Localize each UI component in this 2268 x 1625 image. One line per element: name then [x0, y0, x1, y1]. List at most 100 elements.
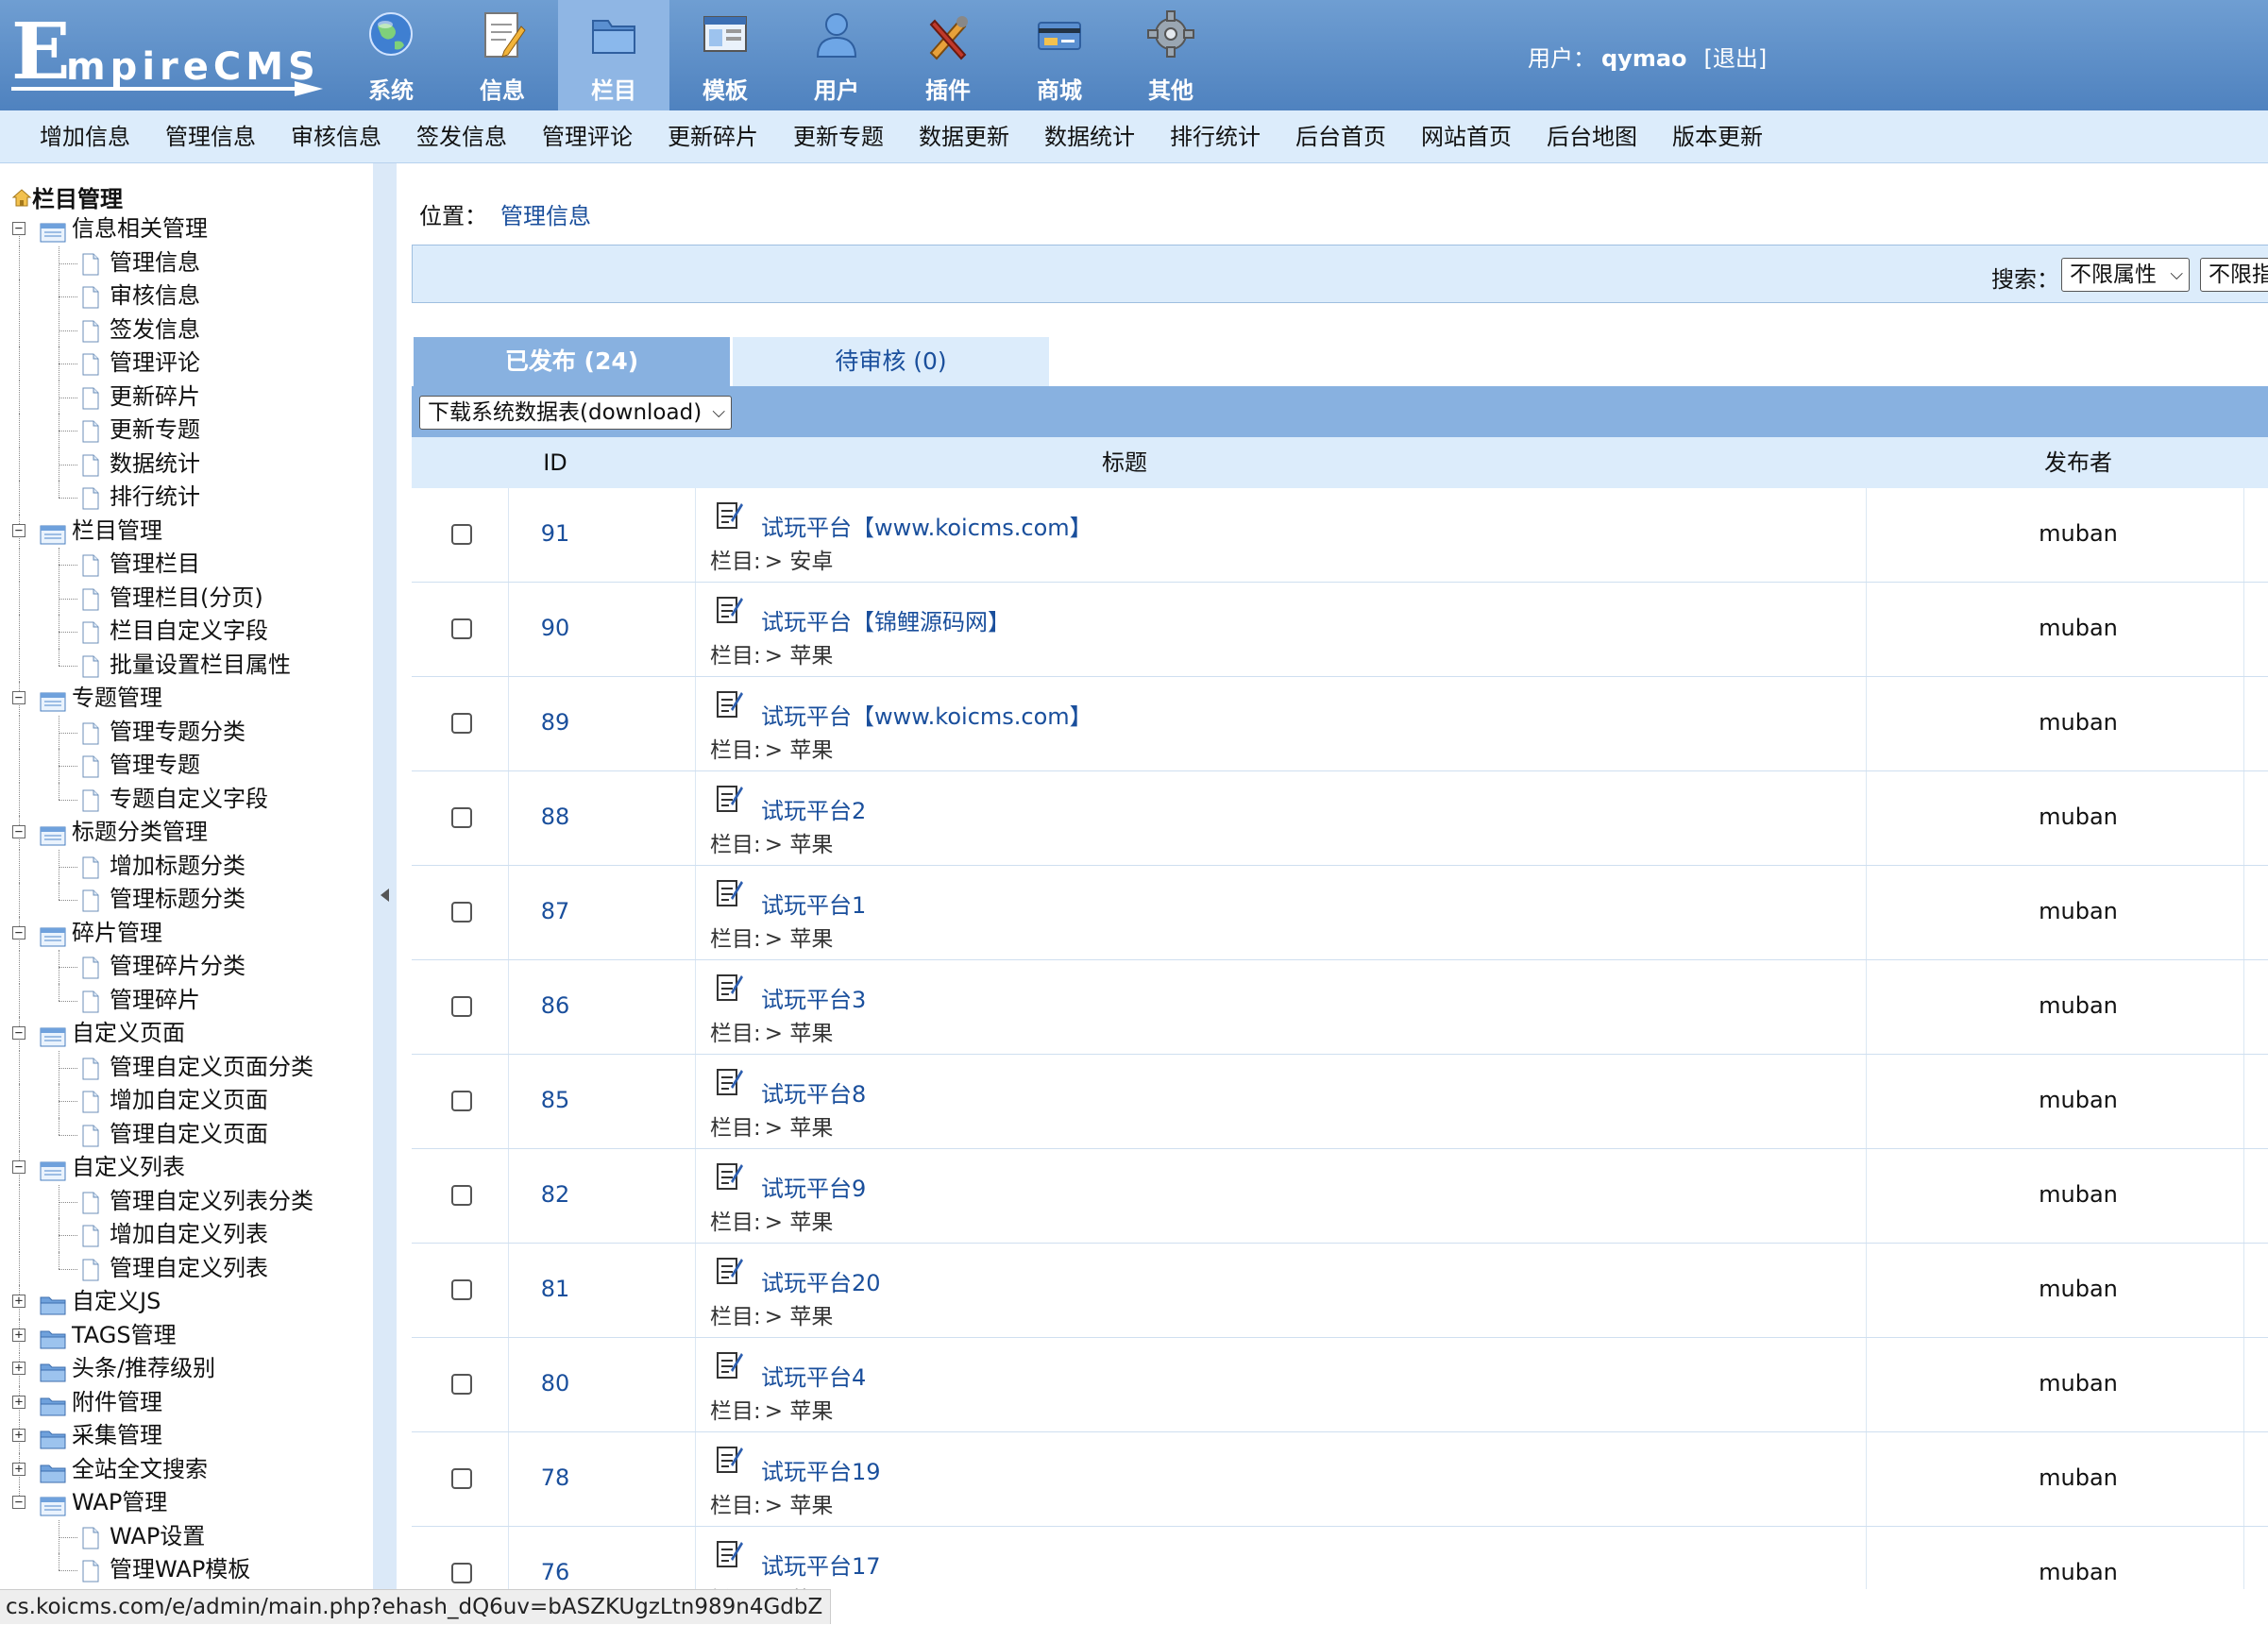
category-name[interactable]: > 安卓: [765, 550, 834, 574]
edit-document-icon[interactable]: [716, 972, 744, 1002]
edit-document-icon[interactable]: [716, 499, 744, 530]
subnav-item-12[interactable]: 后台地图: [1547, 110, 1637, 162]
row-title-link[interactable]: 试玩平台20: [761, 1264, 881, 1297]
collapse-icon[interactable]: −: [12, 691, 25, 704]
collapse-icon[interactable]: −: [12, 222, 25, 235]
collapse-icon[interactable]: −: [12, 1496, 25, 1509]
row-checkbox[interactable]: [451, 1563, 472, 1583]
tree-group[interactable]: − WAP管理: [0, 1486, 373, 1520]
column-publisher[interactable]: 发布者: [1998, 437, 2158, 488]
tree-leaf[interactable]: 管理自定义页面: [0, 1117, 373, 1151]
tree-leaf[interactable]: 管理标题分类: [0, 883, 373, 917]
tree-leaf[interactable]: 专题自定义字段: [0, 782, 373, 816]
expand-icon[interactable]: +: [12, 1362, 25, 1375]
nav-item-7[interactable]: 其他: [1115, 0, 1227, 110]
nav-item-0[interactable]: 系统: [335, 0, 447, 110]
subnav-item-13[interactable]: 版本更新: [1672, 110, 1763, 162]
collapse-icon[interactable]: −: [12, 1160, 25, 1174]
tree-leaf[interactable]: 增加自定义列表: [0, 1218, 373, 1252]
tree-group[interactable]: + 采集管理: [0, 1419, 373, 1453]
row-title-link[interactable]: 试玩平台3: [761, 981, 866, 1014]
expand-icon[interactable]: +: [12, 1328, 25, 1342]
category-name[interactable]: > 苹果: [765, 927, 834, 952]
expand-icon[interactable]: +: [12, 1429, 25, 1442]
row-checkbox[interactable]: [451, 713, 472, 734]
location-link[interactable]: 管理信息: [500, 203, 591, 229]
category-name[interactable]: > 苹果: [765, 1022, 834, 1046]
edit-document-icon[interactable]: [716, 1255, 744, 1285]
subnav-item-4[interactable]: 管理评论: [542, 110, 633, 162]
row-checkbox[interactable]: [451, 996, 472, 1017]
data-table-select[interactable]: 下载系统数据表(download) ⌵: [419, 396, 732, 430]
edit-document-icon[interactable]: [716, 1160, 744, 1191]
tree-leaf[interactable]: 管理信息: [0, 245, 373, 279]
tree-leaf[interactable]: 管理专题分类: [0, 715, 373, 749]
second-select[interactable]: 不限指: [2200, 258, 2268, 292]
row-title-link[interactable]: 试玩平台【www.koicms.com】: [761, 509, 1092, 542]
row-checkbox[interactable]: [451, 902, 472, 923]
tree-root[interactable]: 栏目管理: [11, 180, 123, 213]
category-name[interactable]: > 苹果: [765, 1210, 834, 1235]
row-checkbox[interactable]: [451, 1374, 472, 1395]
attribute-select[interactable]: 不限属性 ⌵: [2061, 258, 2190, 292]
edit-document-icon[interactable]: [716, 1444, 744, 1474]
expand-icon[interactable]: +: [12, 1462, 25, 1476]
tree-leaf[interactable]: 批量设置栏目属性: [0, 648, 373, 682]
tree-group[interactable]: − 自定义列表: [0, 1151, 373, 1185]
subnav-item-5[interactable]: 更新碎片: [668, 110, 758, 162]
tree-leaf[interactable]: 数据统计: [0, 447, 373, 481]
subnav-item-10[interactable]: 后台首页: [1295, 110, 1386, 162]
subnav-item-0[interactable]: 增加信息: [40, 110, 130, 162]
tree-leaf[interactable]: 审核信息: [0, 279, 373, 313]
tree-group[interactable]: − 栏目管理: [0, 514, 373, 549]
tree-leaf[interactable]: 管理评论: [0, 347, 373, 381]
logout-link[interactable]: [退出]: [1704, 45, 1768, 72]
expand-icon[interactable]: +: [12, 1395, 25, 1409]
edit-document-icon[interactable]: [716, 594, 744, 624]
sidebar-splitter[interactable]: [373, 163, 397, 1589]
edit-document-icon[interactable]: [716, 688, 744, 719]
expand-icon[interactable]: +: [12, 1295, 25, 1308]
tree-group[interactable]: + 全站全文搜索: [0, 1452, 373, 1487]
collapse-icon[interactable]: −: [12, 1026, 25, 1040]
row-title-link[interactable]: 试玩平台【锦鲤源码网】: [761, 603, 1010, 636]
category-name[interactable]: > 苹果: [765, 1116, 834, 1141]
tree-leaf[interactable]: WAP设置: [0, 1519, 373, 1553]
tree-group[interactable]: + 自定义JS: [0, 1285, 373, 1319]
category-name[interactable]: > 苹果: [765, 1399, 834, 1424]
row-title-link[interactable]: 试玩平台19: [761, 1453, 881, 1486]
nav-item-5[interactable]: 插件: [892, 0, 1004, 110]
tab-pending[interactable]: 待审核 (0): [733, 337, 1049, 386]
tree-leaf[interactable]: 更新碎片: [0, 380, 373, 414]
subnav-item-8[interactable]: 数据统计: [1044, 110, 1135, 162]
subnav-item-9[interactable]: 排行统计: [1170, 110, 1261, 162]
tree-group[interactable]: + 头条/推荐级别: [0, 1352, 373, 1386]
row-title-link[interactable]: 试玩平台4: [761, 1359, 866, 1392]
row-title-link[interactable]: 试玩平台【www.koicms.com】: [761, 698, 1092, 731]
row-checkbox[interactable]: [451, 1279, 472, 1300]
subnav-item-6[interactable]: 更新专题: [793, 110, 884, 162]
tree-leaf[interactable]: 管理自定义页面分类: [0, 1050, 373, 1084]
collapse-arrow-icon[interactable]: [381, 889, 389, 902]
tab-published[interactable]: 已发布 (24): [414, 337, 730, 386]
row-title-link[interactable]: 试玩平台9: [761, 1170, 866, 1203]
row-checkbox[interactable]: [451, 1091, 472, 1111]
empirecms-logo[interactable]: E mpireCMS: [11, 13, 323, 98]
tree-leaf[interactable]: 管理专题: [0, 749, 373, 783]
tree-leaf[interactable]: 管理栏目(分页): [0, 581, 373, 615]
edit-document-icon[interactable]: [716, 877, 744, 907]
row-checkbox[interactable]: [451, 1468, 472, 1489]
row-title-link[interactable]: 试玩平台17: [761, 1548, 881, 1581]
tree-group[interactable]: − 标题分类管理: [0, 816, 373, 850]
tree-leaf[interactable]: 更新专题: [0, 414, 373, 448]
tree-group[interactable]: − 专题管理: [0, 682, 373, 716]
tree-leaf[interactable]: 管理碎片: [0, 983, 373, 1017]
tree-group[interactable]: + 附件管理: [0, 1385, 373, 1420]
row-checkbox[interactable]: [451, 807, 472, 828]
row-checkbox[interactable]: [451, 618, 472, 639]
tree-leaf[interactable]: 增加自定义页面: [0, 1084, 373, 1118]
nav-item-4[interactable]: 用户: [781, 0, 892, 110]
edit-document-icon[interactable]: [716, 1538, 744, 1568]
tree-leaf[interactable]: 栏目自定义字段: [0, 615, 373, 649]
row-checkbox[interactable]: [451, 1185, 472, 1206]
